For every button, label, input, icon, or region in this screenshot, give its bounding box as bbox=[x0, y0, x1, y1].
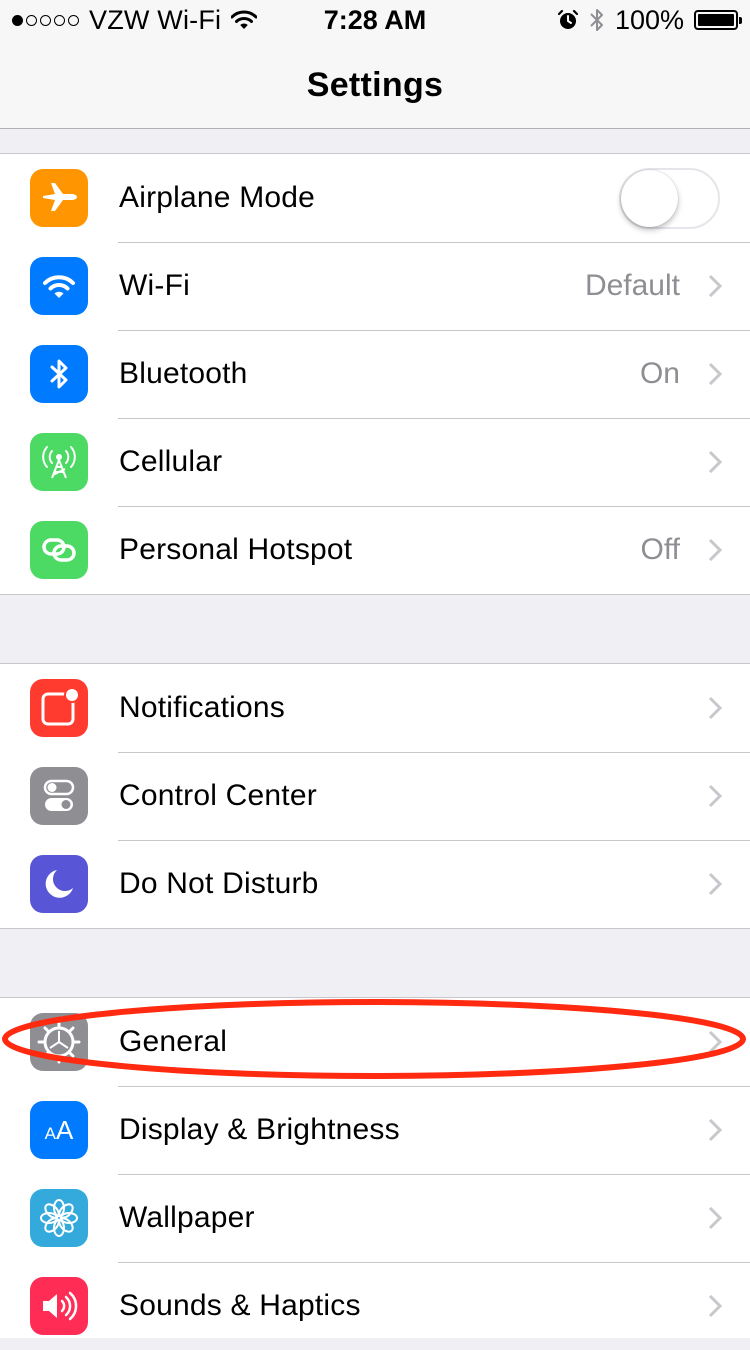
moon-icon bbox=[30, 855, 88, 913]
speaker-icon bbox=[30, 1277, 88, 1335]
text-size-icon: AA bbox=[30, 1101, 88, 1159]
status-bar: VZW Wi-Fi 7:28 AM 100% bbox=[0, 0, 750, 40]
control-center-label: Control Center bbox=[119, 779, 317, 812]
alarm-icon bbox=[557, 9, 579, 29]
settings-group-general: General AA Display & Brightness Wallpape… bbox=[0, 997, 750, 1338]
chevron-right-icon bbox=[708, 784, 722, 808]
wifi-icon bbox=[30, 257, 88, 315]
chevron-right-icon bbox=[708, 1030, 722, 1054]
display-brightness-label: Display & Brightness bbox=[119, 1113, 400, 1146]
airplane-mode-toggle[interactable] bbox=[619, 168, 720, 229]
toggle-knob bbox=[621, 170, 678, 227]
status-right: 100% bbox=[557, 4, 742, 35]
do-not-disturb-label: Do Not Disturb bbox=[119, 867, 319, 900]
settings-row-sounds-haptics[interactable]: Sounds & Haptics bbox=[0, 1262, 750, 1350]
settings-row-bluetooth[interactable]: Bluetooth On bbox=[0, 330, 750, 418]
chevron-right-icon bbox=[708, 538, 722, 562]
battery-percentage: 100% bbox=[614, 4, 684, 35]
chevron-right-icon bbox=[708, 696, 722, 720]
settings-row-cellular[interactable]: Cellular bbox=[0, 418, 750, 506]
wifi-detail-value: Default bbox=[584, 269, 680, 302]
settings-row-wallpaper[interactable]: Wallpaper bbox=[0, 1174, 750, 1262]
page-title: Settings bbox=[306, 66, 444, 104]
chevron-right-icon bbox=[708, 1206, 722, 1230]
chevron-right-icon bbox=[708, 450, 722, 474]
control-center-icon bbox=[30, 767, 88, 825]
bluetooth-icon bbox=[590, 9, 603, 31]
battery-level bbox=[698, 14, 734, 26]
notifications-label: Notifications bbox=[119, 691, 286, 724]
general-label: General bbox=[119, 1025, 228, 1058]
wallpaper-label: Wallpaper bbox=[119, 1201, 255, 1234]
settings-row-general[interactable]: General bbox=[0, 998, 750, 1086]
battery-icon bbox=[694, 10, 742, 30]
airplane-icon bbox=[30, 169, 88, 227]
wifi-label: Wi-Fi bbox=[119, 269, 190, 302]
bluetooth-icon bbox=[30, 345, 88, 403]
settings-row-do-not-disturb[interactable]: Do Not Disturb bbox=[0, 840, 750, 928]
settings-row-personal-hotspot[interactable]: Personal Hotspot Off bbox=[0, 506, 750, 594]
text-size-glyph: AA bbox=[45, 1115, 74, 1145]
airplane-mode-label: Airplane Mode bbox=[119, 181, 316, 214]
chevron-right-icon bbox=[708, 362, 722, 386]
sounds-haptics-label: Sounds & Haptics bbox=[119, 1289, 361, 1322]
settings-row-wifi[interactable]: Wi-Fi Default bbox=[0, 242, 750, 330]
bluetooth-detail-value: On bbox=[639, 357, 680, 390]
settings-row-display-brightness[interactable]: AA Display & Brightness bbox=[0, 1086, 750, 1174]
personal-hotspot-detail-value: Off bbox=[640, 533, 680, 566]
settings-group-connectivity: Airplane Mode Wi-Fi Default Bluetooth On bbox=[0, 153, 750, 595]
chevron-right-icon bbox=[708, 1118, 722, 1142]
gear-icon bbox=[30, 1013, 88, 1071]
settings-row-control-center[interactable]: Control Center bbox=[0, 752, 750, 840]
settings-row-airplane-mode[interactable]: Airplane Mode bbox=[0, 154, 750, 242]
cellular-antenna-icon bbox=[30, 433, 88, 491]
chevron-right-icon bbox=[708, 274, 722, 298]
bluetooth-label: Bluetooth bbox=[119, 357, 248, 390]
chevron-right-icon bbox=[708, 1294, 722, 1318]
settings-group-notifications: Notifications Control Center Do Not Dist… bbox=[0, 663, 750, 929]
chevron-right-icon bbox=[708, 872, 722, 896]
personal-hotspot-label: Personal Hotspot bbox=[119, 533, 353, 566]
settings-row-notifications[interactable]: Notifications bbox=[0, 664, 750, 752]
navigation-bar: Settings bbox=[0, 40, 750, 129]
hotspot-link-icon bbox=[30, 521, 88, 579]
flower-icon bbox=[30, 1189, 88, 1247]
cellular-label: Cellular bbox=[119, 445, 223, 478]
notifications-icon bbox=[30, 679, 88, 737]
